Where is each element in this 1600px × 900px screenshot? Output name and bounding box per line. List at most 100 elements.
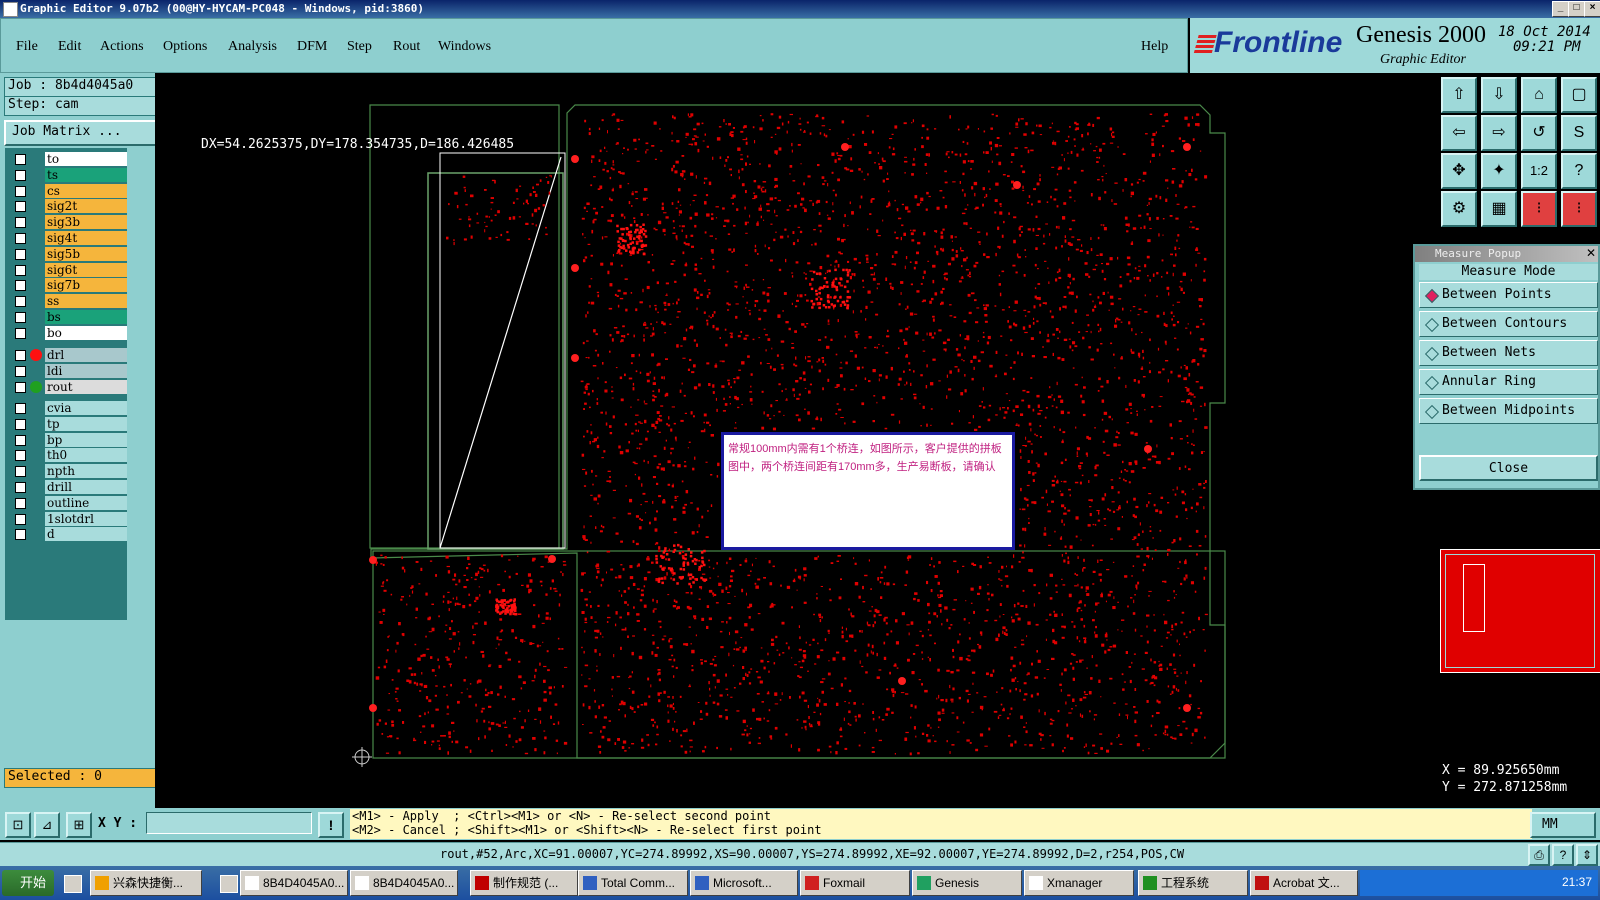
zoom-home-icon[interactable]: ⇧ — [1441, 77, 1477, 113]
layer-name[interactable]: ldi — [45, 363, 127, 378]
layer-name[interactable]: drl — [45, 348, 127, 362]
mini-map[interactable] — [1440, 549, 1600, 673]
taskbar-item[interactable]: Xmanager — [1024, 870, 1134, 896]
layer-checkbox[interactable] — [15, 482, 26, 493]
help-icon[interactable]: ? — [1561, 153, 1597, 189]
menu-edit[interactable]: Edit — [58, 39, 81, 55]
layer-name[interactable]: sig2t — [45, 199, 127, 214]
layer-checkbox[interactable] — [15, 296, 26, 308]
graphic-canvas[interactable]: DX=54.2625375,DY=178.354735,D=186.426485… — [155, 73, 1440, 808]
layer-checkbox[interactable] — [15, 497, 26, 509]
info-icon[interactable]: ? — [1552, 844, 1574, 866]
pan-right-icon[interactable]: ⇨ — [1481, 115, 1517, 151]
layer-checkbox[interactable] — [15, 381, 26, 393]
layer-ss[interactable]: ss — [13, 294, 129, 309]
layer-name[interactable]: bp — [45, 432, 127, 447]
layer-name[interactable]: cs — [45, 183, 127, 198]
layer-name[interactable]: bs — [45, 310, 127, 324]
layer-name[interactable]: tp — [45, 416, 127, 431]
layer-tool-icon[interactable]: ⁝ — [1521, 191, 1557, 227]
layer-name[interactable]: sig7b — [45, 278, 127, 293]
taskbar-item[interactable]: Microsoft... — [690, 870, 798, 896]
measure-option-between-nets[interactable]: Between Nets — [1419, 340, 1598, 366]
layer-ts[interactable]: ts — [13, 167, 129, 183]
menu-dfm[interactable]: DFM — [297, 39, 327, 55]
layer-name[interactable]: d — [45, 527, 127, 542]
layer-bo[interactable]: bo — [13, 325, 129, 341]
grid-snap-icon[interactable]: ⊞ — [66, 812, 92, 838]
scale-icon[interactable]: 1:2 — [1521, 153, 1557, 189]
layer-name[interactable]: ts — [45, 167, 127, 182]
layer-checkbox[interactable] — [15, 217, 26, 229]
zoom-in-icon[interactable]: ✦ — [1481, 153, 1517, 189]
measure-option-annular-ring[interactable]: Annular Ring — [1419, 369, 1598, 395]
layer-sig5b[interactable]: sig5b — [13, 246, 129, 262]
start-button[interactable]: 开始 — [2, 870, 54, 896]
layer-checkbox[interactable] — [15, 233, 26, 244]
xy-input[interactable] — [146, 812, 312, 834]
layer-name[interactable]: 1slotdrl — [45, 511, 127, 526]
layer-checkbox[interactable] — [15, 466, 26, 478]
units-button[interactable]: MM — [1530, 812, 1596, 838]
show-desktop-icon[interactable] — [64, 875, 82, 893]
layer-checkbox[interactable] — [15, 418, 26, 430]
taskbar-item[interactable]: Foxmail — [800, 870, 910, 896]
menu-options[interactable]: Options — [163, 39, 207, 55]
menu-step[interactable]: Step — [347, 39, 372, 55]
layer-cs[interactable]: cs — [13, 183, 129, 199]
layer-checkbox[interactable] — [15, 513, 26, 525]
layer-checkbox[interactable] — [15, 350, 26, 361]
home-icon[interactable]: ⌂ — [1521, 77, 1557, 113]
layer-sig6t[interactable]: sig6t — [13, 262, 129, 278]
grid-icon[interactable]: ▦ — [1481, 191, 1517, 227]
layer-checkbox[interactable] — [15, 450, 26, 462]
pan-left-icon[interactable]: ⇦ — [1441, 115, 1477, 151]
measure-icon[interactable]: ⊿ — [34, 812, 60, 838]
measure-option-between-points[interactable]: Between Points — [1419, 282, 1598, 308]
layer-name[interactable]: sig5b — [45, 246, 127, 261]
layer-cvia[interactable]: cvia — [13, 401, 129, 416]
layer-name[interactable]: npth — [45, 464, 127, 479]
layer-checkbox[interactable] — [15, 264, 26, 276]
layer-name[interactable]: sig3b — [45, 215, 127, 230]
layer-name[interactable]: th0 — [45, 448, 127, 463]
quick-launch-icon[interactable] — [220, 875, 238, 893]
measure-close-button[interactable]: Close — [1419, 455, 1598, 481]
taskbar-item[interactable]: 8B4D4045A0... — [350, 870, 458, 896]
zoom-back-icon[interactable]: ↺ — [1521, 115, 1557, 151]
layer-checkbox[interactable] — [15, 280, 26, 292]
layer-to[interactable]: to — [13, 152, 129, 167]
tool-icon[interactable]: ⚙ — [1441, 191, 1477, 227]
taskbar-item[interactable]: Genesis — [912, 870, 1022, 896]
menu-analysis[interactable]: Analysis — [228, 39, 277, 55]
layer-name[interactable]: bo — [45, 325, 127, 340]
menu-file[interactable]: File — [16, 39, 38, 55]
layer-name[interactable]: cvia — [45, 401, 127, 415]
layer-th0[interactable]: th0 — [13, 448, 129, 463]
layer-name[interactable]: to — [45, 152, 127, 166]
measure-option-between-contours[interactable]: Between Contours — [1419, 311, 1598, 337]
layer-tp[interactable]: tp — [13, 416, 129, 432]
layer-1slotdrl[interactable]: 1slotdrl — [13, 511, 129, 527]
measure-close-icon[interactable]: ✕ — [1586, 246, 1596, 260]
layer-name[interactable]: sig6t — [45, 262, 127, 277]
layer-drill[interactable]: drill — [13, 480, 129, 495]
layer-name[interactable]: ss — [45, 294, 127, 309]
redraw-icon[interactable]: S — [1561, 115, 1597, 151]
taskbar-item[interactable]: 兴森快捷衡... — [90, 870, 202, 896]
taskbar-item[interactable]: 8B4D4045A0... — [240, 870, 348, 896]
layer-bs[interactable]: bs — [13, 310, 129, 325]
layer-tool2-icon[interactable]: ⁝ — [1561, 191, 1597, 227]
layer-drl[interactable]: drl — [13, 348, 129, 363]
taskbar-item[interactable]: Acrobat 文... — [1250, 870, 1358, 896]
layer-checkbox[interactable] — [15, 169, 26, 181]
layer-sig2t[interactable]: sig2t — [13, 199, 129, 214]
layer-checkbox[interactable] — [15, 365, 26, 377]
menu-rout[interactable]: Rout — [393, 39, 420, 55]
layer-rout[interactable]: rout — [13, 379, 129, 395]
layer-checkbox[interactable] — [15, 434, 26, 446]
layer-checkbox[interactable] — [15, 248, 26, 260]
minimize-button[interactable]: _ — [1552, 1, 1569, 17]
layer-name[interactable]: sig4t — [45, 231, 127, 245]
layer-checkbox[interactable] — [15, 403, 26, 414]
